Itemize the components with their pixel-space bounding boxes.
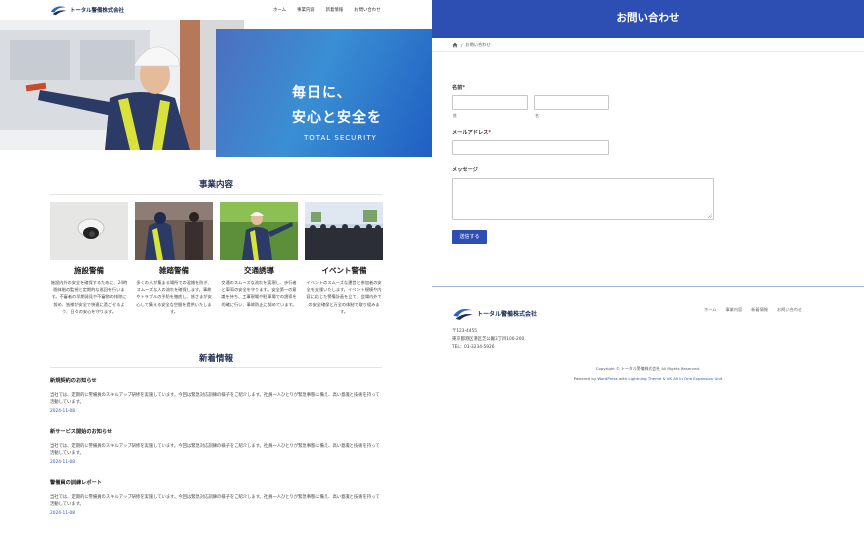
wordpress-link[interactable]: WordPress (597, 376, 617, 381)
email-input[interactable] (452, 140, 609, 155)
breadcrumb-separator: / (461, 42, 463, 48)
theme-link[interactable]: Lightning Theme & VK All in One Expansio… (628, 376, 722, 381)
site-header: トータル警備株式会社 ホーム 事業内容 新着情報 お問い合わせ (0, 0, 432, 20)
message-label: メッセージ (452, 167, 478, 173)
footer-tel: TEL：03-3234-5926 (452, 345, 495, 350)
powered-prefix: Powered by (573, 376, 597, 381)
news-item-title[interactable]: 新規契約のお知らせ (50, 377, 382, 384)
site-logo-text: トータル警備株式会社 (70, 8, 124, 14)
submit-button[interactable]: 送信する (452, 230, 487, 244)
news-item-title[interactable]: 新サービス開始のお知らせ (50, 428, 382, 435)
name-label: 名前* (452, 84, 465, 91)
service-image-event (305, 202, 383, 260)
service-card-event: イベント警備 イベントのスムーズな運営と参加者の安全を支援いたします。イベント規… (305, 202, 383, 315)
hero-headline-line1: 毎日に、 (292, 85, 352, 101)
last-name-sublabel: 姓 (453, 113, 457, 118)
email-label: メールアドレス* (452, 129, 491, 136)
service-card-traffic: 交通誘導 交通のスムーズな流れを実現し、歩行者と車両の安全を守ります。安全第一の… (220, 202, 298, 308)
contact-page-preview: お問い合わせ / お問い合わせ 名前* 姓 名 メールアドレス* メッセージ 送… (432, 0, 864, 557)
nav-news[interactable]: 新着情報 (326, 7, 344, 13)
service-image-camera (50, 202, 128, 260)
news-divider (50, 367, 382, 368)
news-item-date: 2024-11-08 (50, 408, 75, 414)
news-item-body: 当社では、定期的に警備員のスキルアップ研修を実施しています。今回は緊急対応訓練の… (50, 495, 380, 508)
email-label-text: メールアドレス (452, 130, 489, 136)
global-nav: ホーム 事業内容 新着情報 お問い合わせ (273, 7, 381, 13)
service-desc: 施設内外の安全を確保するために、24時間体制の監視と定期的な巡回を行います。不審… (50, 280, 128, 314)
service-desc: イベントのスムーズな運営と参加者の安全を支援いたします。イベント規模や内容に応じ… (306, 280, 382, 314)
footer-logo-text: トータル警備株式会社 (477, 311, 538, 318)
company-wave-logo-icon (453, 308, 473, 320)
footer-logo[interactable]: トータル警備株式会社 (452, 306, 537, 321)
name-label-text: 名前 (452, 85, 463, 91)
news-title: 新着情報 (198, 354, 233, 364)
service-card-facility: 施設警備 施設内外の安全を確保するために、24時間体制の監視と定期的な巡回を行い… (50, 202, 128, 315)
last-name-input[interactable] (452, 95, 528, 110)
required-mark: * (462, 85, 466, 91)
site-logo[interactable]: トータル警備株式会社 (50, 4, 124, 16)
nav-services[interactable]: 事業内容 (297, 7, 315, 13)
nav-contact[interactable]: お問い合わせ (354, 7, 380, 13)
service-desc: 多くの人が集まる場所での混雑を防ぎ、スムーズな人の流れを確保します。事故やトラブ… (136, 280, 212, 314)
homepage-preview: トータル警備株式会社 ホーム 事業内容 新着情報 お問い合わせ 毎日に、 安心と… (0, 0, 432, 557)
breadcrumb: / お問い合わせ (452, 42, 491, 48)
footer-address: 東京都港区港区芝公園3丁目100-200 (452, 337, 525, 342)
news-item-title[interactable]: 警備員の訓練レポート (50, 479, 382, 486)
breadcrumb-divider (432, 51, 864, 52)
resize-handle-icon[interactable] (708, 214, 712, 218)
hero-headline-line2: 安心と安全を (292, 110, 382, 126)
first-name-input[interactable] (534, 95, 609, 110)
services-title: 事業内容 (198, 180, 233, 190)
required-mark: * (488, 130, 492, 136)
breadcrumb-current: お問い合わせ (465, 42, 491, 47)
services-divider (50, 194, 382, 195)
news-item[interactable]: 警備員の訓練レポート 当社では、定期的に警備員のスキルアップ研修を実施しています… (50, 479, 382, 516)
news-item-body: 当社では、定期的に警備員のスキルアップ研修を実施しています。今回は緊急対応訓練の… (50, 444, 380, 457)
news-item-date: 2024-11-08 (50, 510, 75, 516)
service-name: 施設警備 (74, 266, 104, 275)
service-name: 交通誘導 (244, 266, 274, 275)
page-title: お問い合わせ (616, 12, 680, 24)
powered-with: with (618, 376, 628, 381)
service-image-traffic (220, 202, 298, 260)
footer-nav: ホーム 事業内容 新着情報 お問い合わせ (704, 307, 802, 313)
powered-by: Powered by WordPress with Lightning Them… (432, 376, 864, 381)
footer-postal: 〒123-4455 (452, 329, 477, 334)
hero-guard-photo (0, 20, 244, 150)
service-card-crowd: 雑踏警備 多くの人が集まる場所での混雑を防ぎ、スムーズな人の流れを確保します。事… (135, 202, 213, 315)
news-item-body: 当社では、定期的に警備員のスキルアップ研修を実施しています。今回は緊急対応訓練の… (50, 393, 380, 406)
service-image-crowd (135, 202, 213, 260)
hero-tagline: TOTAL SECURITY (304, 134, 377, 142)
copyright: Copyright © トータル警備株式会社 All Rights Reserv… (595, 366, 701, 371)
news-item-date: 2024-11-08 (50, 459, 75, 465)
service-desc: 交通のスムーズな流れを実現し、歩行者と車両の安全を守ります。安全第一の意識を持ち… (221, 280, 297, 307)
message-textarea[interactable] (452, 178, 714, 220)
footer-nav-services[interactable]: 事業内容 (725, 307, 742, 313)
first-name-sublabel: 名 (535, 113, 539, 118)
page-header: お問い合わせ (432, 0, 864, 38)
footer-nav-home[interactable]: ホーム (704, 307, 716, 313)
news-item[interactable]: 新規契約のお知らせ 当社では、定期的に警備員のスキルアップ研修を実施しています。… (50, 377, 382, 414)
service-name: イベント警備 (321, 266, 367, 275)
footer-divider (432, 286, 864, 287)
news-item[interactable]: 新サービス開始のお知らせ 当社では、定期的に警備員のスキルアップ研修を実施してい… (50, 428, 382, 465)
hero-banner: 毎日に、 安心と安全を TOTAL SECURITY (0, 20, 432, 157)
footer-nav-contact[interactable]: お問い合わせ (777, 307, 802, 313)
service-name: 雑踏警備 (159, 266, 189, 275)
home-icon[interactable] (452, 42, 458, 48)
nav-home[interactable]: ホーム (273, 7, 286, 13)
company-wave-logo-icon (50, 6, 67, 16)
footer-nav-news[interactable]: 新着情報 (751, 307, 768, 313)
